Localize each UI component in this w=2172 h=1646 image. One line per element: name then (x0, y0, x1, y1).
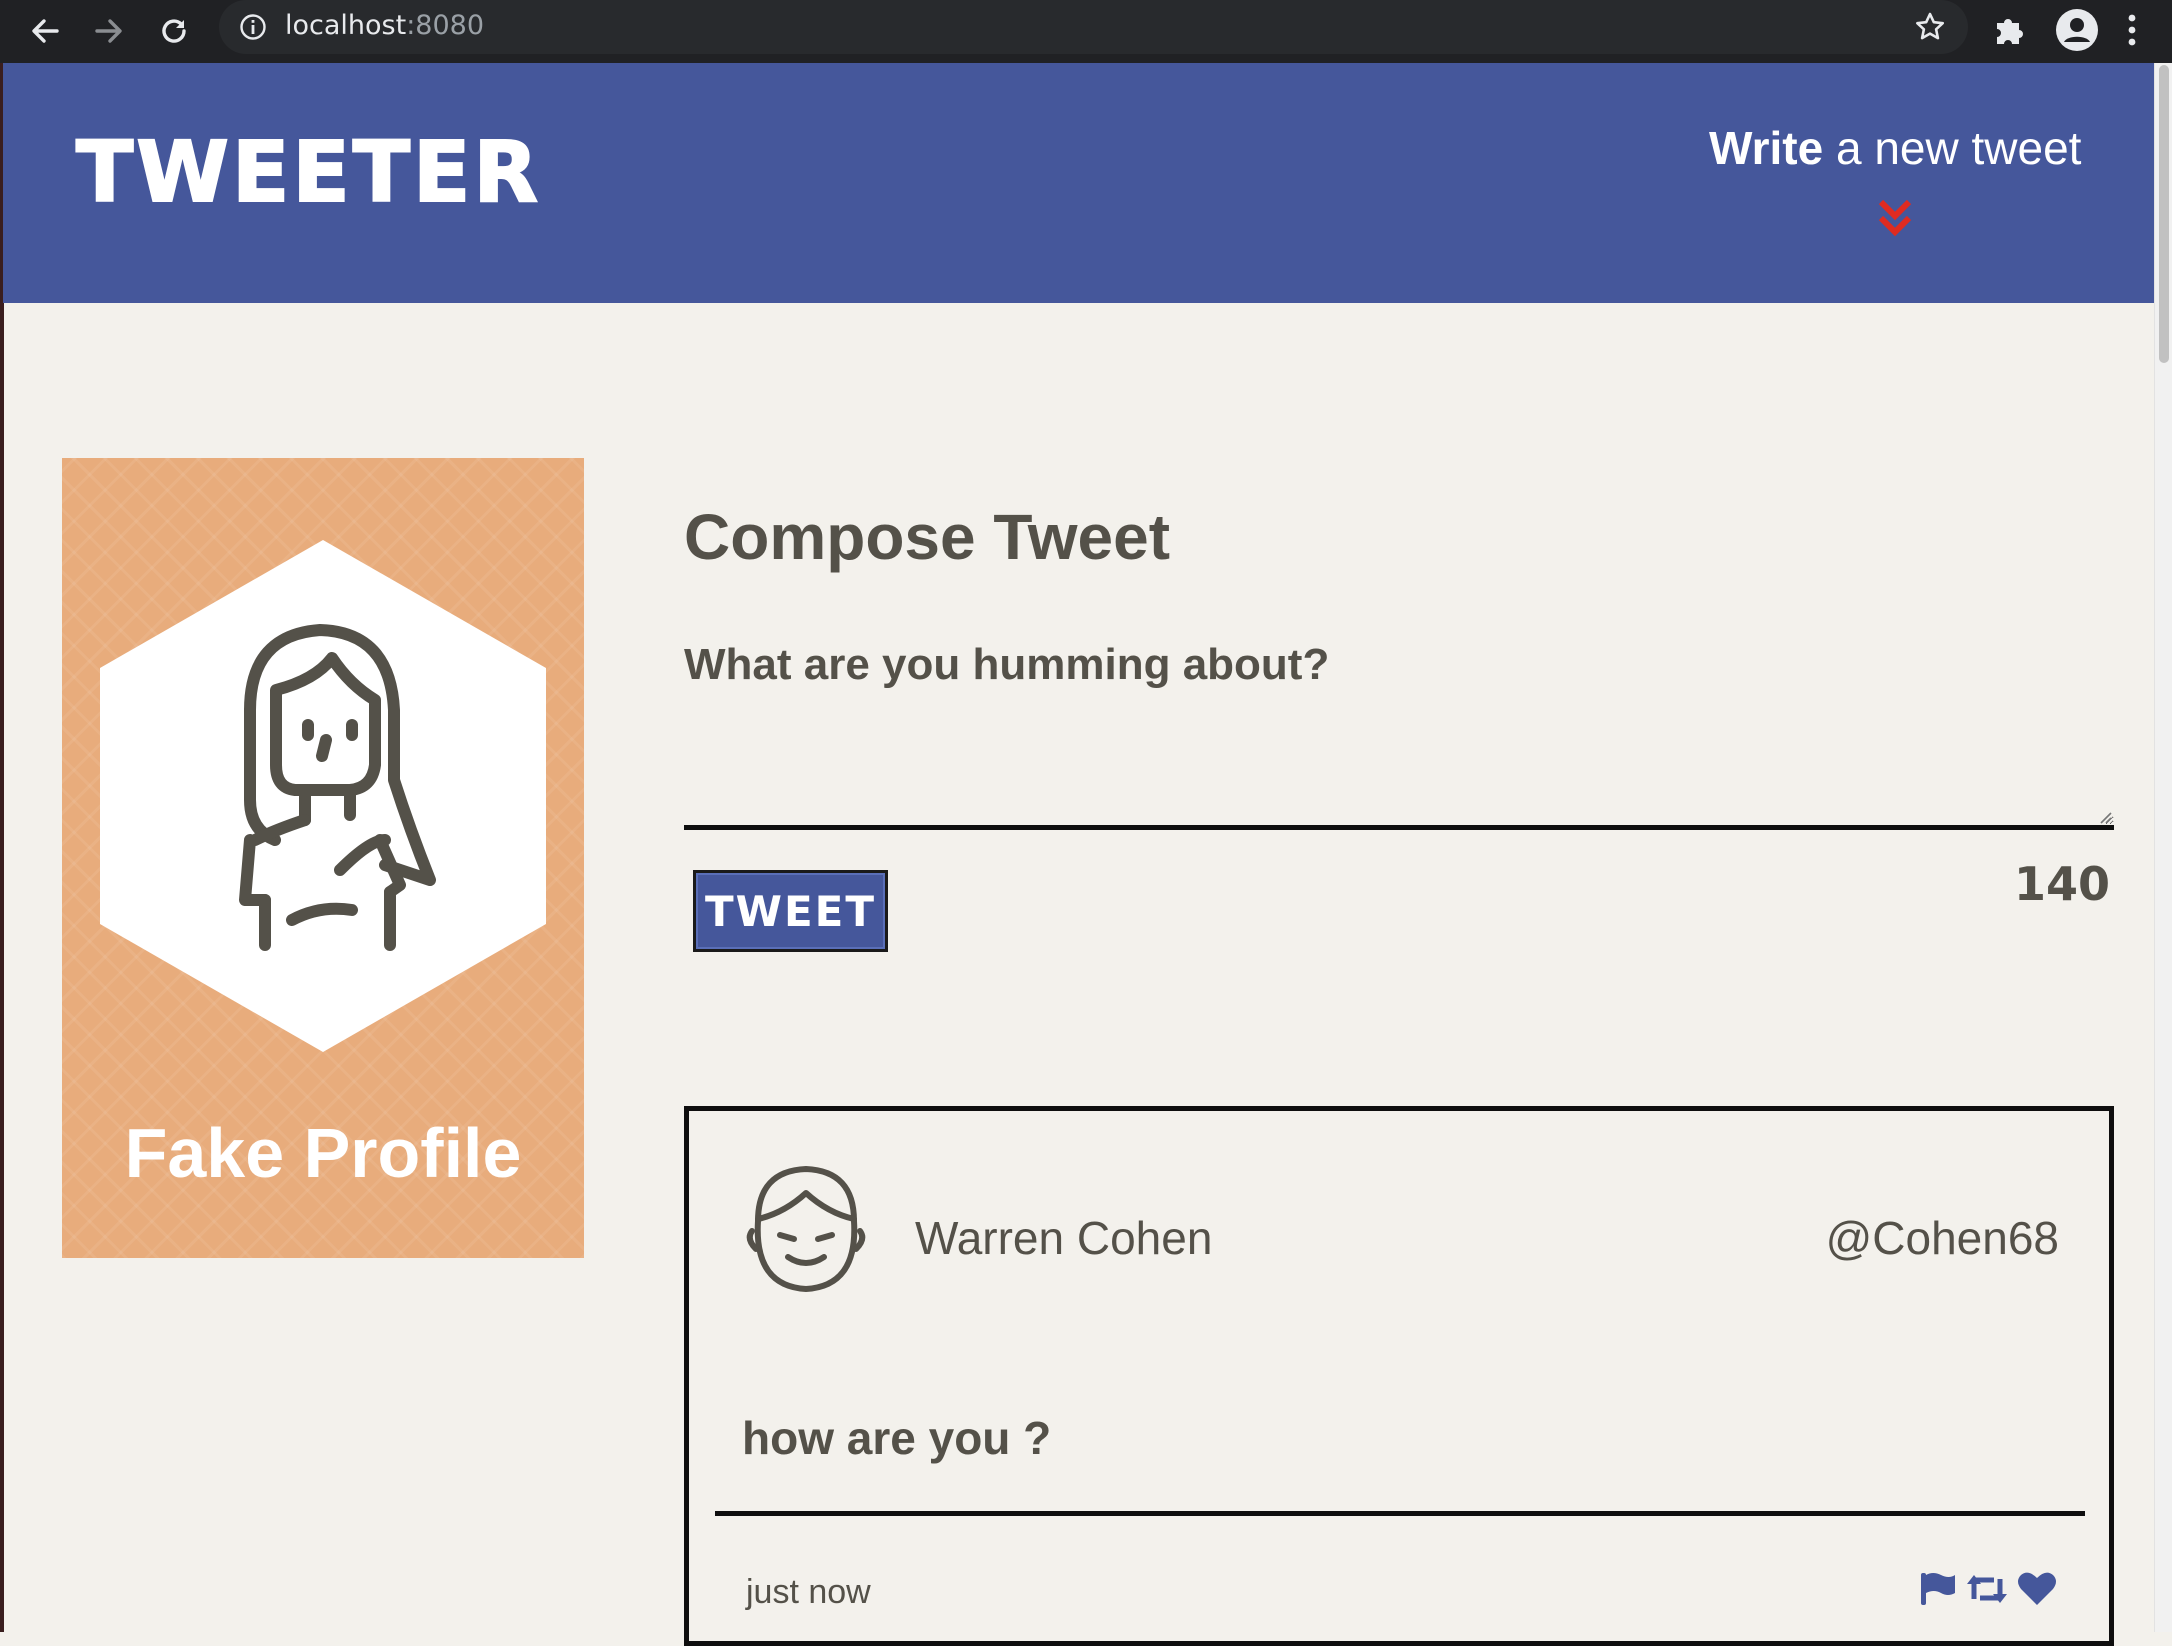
scrollbar-thumb[interactable] (2159, 65, 2169, 363)
write-link-text: a new tweet (1823, 122, 2082, 174)
tweet-textarea[interactable] (684, 710, 2114, 830)
forward-arrow-icon[interactable] (86, 8, 132, 54)
write-link-bold: Write (1709, 122, 1824, 174)
reload-icon[interactable] (151, 8, 197, 54)
tweet-author-handle: @Cohen68 (1825, 1212, 2059, 1264)
browser-profile-icon[interactable] (2055, 8, 2099, 57)
extensions-puzzle-icon[interactable] (1991, 11, 2027, 52)
man-avatar-icon (744, 1161, 868, 1300)
tweet-timestamp: just now (746, 1573, 871, 1611)
tweet-text: how are you ? (742, 1412, 1052, 1464)
profile-card: Fake Profile (62, 458, 584, 1258)
write-new-tweet-link[interactable]: Write a new tweet (1709, 121, 2081, 175)
tweet-author-name: Warren Cohen (915, 1212, 1213, 1264)
address-bar[interactable]: localhost:8080 (219, 0, 1968, 54)
tweet-card: Warren Cohen @Cohen68 how are you ? just… (684, 1106, 2114, 1646)
bookmark-star-icon[interactable] (1914, 11, 1946, 48)
avatar (100, 540, 546, 1057)
profile-name: Fake Profile (124, 1114, 522, 1192)
flag-icon[interactable] (1919, 1571, 1957, 1612)
tweet-submit-button[interactable]: TWEET (693, 870, 888, 952)
url-text[interactable]: localhost:8080 (285, 10, 484, 41)
page-scrollbar[interactable] (2154, 63, 2172, 1632)
site-info-icon[interactable] (239, 13, 267, 46)
heart-icon[interactable] (2017, 1571, 2057, 1612)
browser-toolbar: localhost:8080 (0, 0, 2172, 63)
back-arrow-icon[interactable] (22, 8, 68, 54)
compose-prompt-label: What are you humming about? (684, 640, 1330, 689)
character-counter: 140 (2013, 857, 2110, 911)
tweet-divider (715, 1511, 2085, 1516)
site-logo[interactable]: TWEETER (75, 122, 541, 222)
browser-menu-icon[interactable] (2126, 12, 2138, 53)
tweet-actions (1919, 1571, 2057, 1612)
retweet-icon[interactable] (1965, 1571, 2009, 1612)
compose-title: Compose Tweet (684, 501, 1170, 573)
chevron-down-icon[interactable] (1877, 198, 1913, 243)
site-header: TWEETER Write a new tweet (3, 63, 2154, 303)
resize-grip-icon[interactable] (2098, 810, 2112, 829)
